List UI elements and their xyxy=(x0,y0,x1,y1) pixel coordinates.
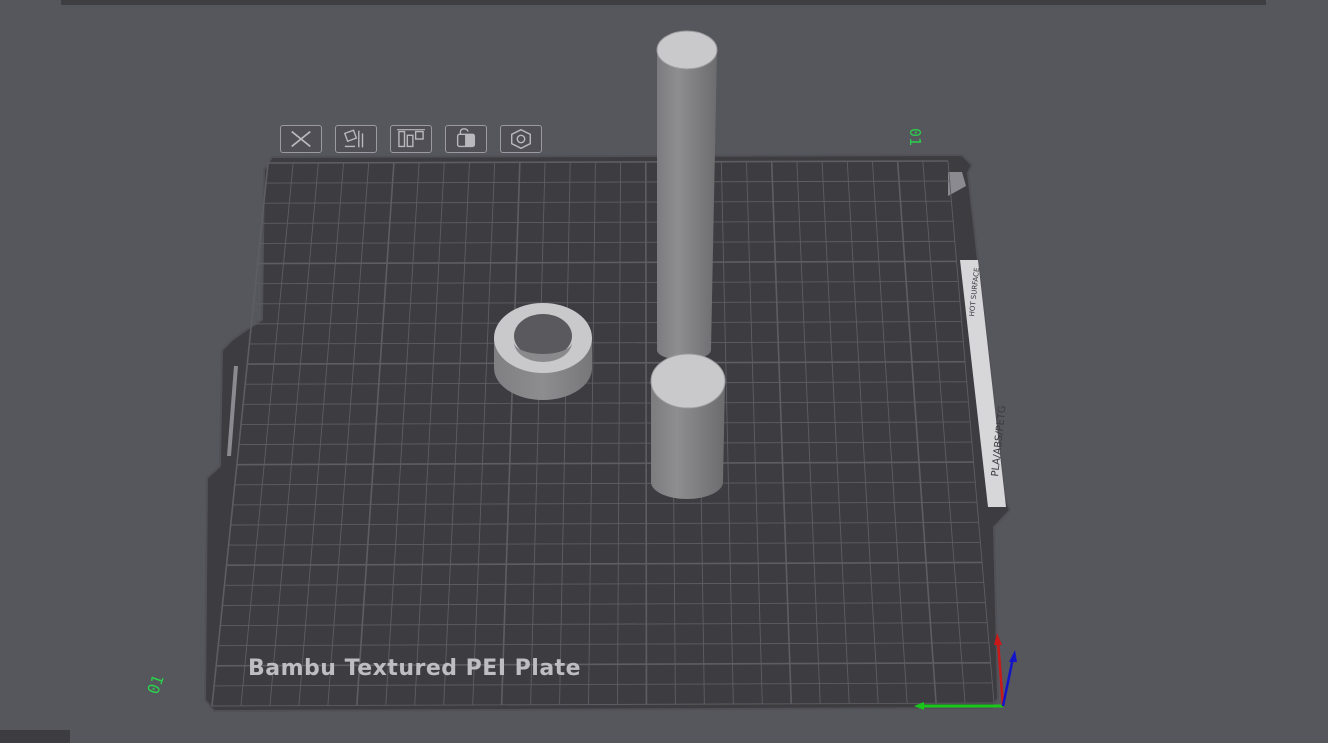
auto-orient-button[interactable] xyxy=(335,125,377,153)
lock-icon xyxy=(456,128,476,148)
ring-model[interactable] xyxy=(494,303,592,400)
tall-cylinder-wall xyxy=(657,50,717,360)
axis-y xyxy=(1001,657,1015,707)
arrange-button[interactable] xyxy=(390,125,432,153)
status-corner xyxy=(0,730,70,743)
arrange-icon xyxy=(397,129,425,148)
plate-name-label: Bambu Textured PEI Plate xyxy=(248,656,582,681)
settings-gear-icon xyxy=(511,128,531,150)
tall-cylinder-top xyxy=(656,30,718,70)
build-plate[interactable] xyxy=(203,153,1012,713)
plate-body xyxy=(203,153,1012,713)
3d-viewport[interactable] xyxy=(0,0,1328,743)
grid-line xyxy=(644,161,648,705)
lock-plate-button[interactable] xyxy=(445,125,487,153)
plate-index-label: 01 xyxy=(906,127,925,147)
tall-cylinder-model[interactable] xyxy=(656,30,718,360)
auto-orient-icon xyxy=(343,129,364,148)
plate-settings-button[interactable] xyxy=(500,125,542,153)
close-x-icon xyxy=(291,130,311,148)
short-cylinder-top xyxy=(650,353,726,409)
delete-all-button[interactable] xyxy=(280,125,322,153)
short-cylinder-model[interactable] xyxy=(650,353,726,499)
